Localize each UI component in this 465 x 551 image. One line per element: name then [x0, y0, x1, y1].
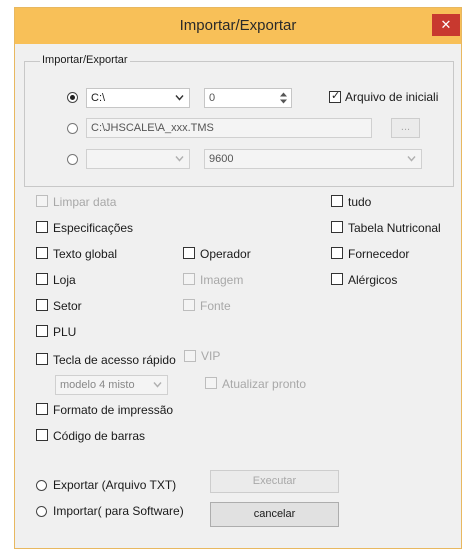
tecla-acesso-label: Tecla de acesso rápido: [53, 353, 176, 367]
group-label: Importar/Exportar: [40, 54, 130, 66]
spinner-arrows-icon[interactable]: [279, 91, 288, 105]
modelo-value: modelo 4 misto: [60, 379, 135, 391]
texto-global-checkbox[interactable]: [36, 247, 48, 259]
fonte-label: Fonte: [200, 299, 231, 313]
modelo-combo[interactable]: modelo 4 misto: [55, 375, 168, 395]
alergicos-checkbox[interactable]: [331, 273, 343, 285]
tabela-nutricional-label: Tabela Nutriconal: [348, 221, 441, 235]
setor-checkbox[interactable]: [36, 299, 48, 311]
loja-label: Loja: [53, 273, 76, 287]
chevron-down-icon: [175, 95, 184, 101]
radio-exportar[interactable]: [36, 480, 47, 491]
file-path-value: C:\JHSCALE\A_xxx.TMS: [91, 122, 214, 134]
baud-rate-combo[interactable]: 9600: [204, 149, 422, 169]
chevron-down-icon: [407, 156, 416, 162]
port-value: C:\: [91, 92, 106, 104]
close-icon[interactable]: ✕: [432, 14, 460, 36]
setor-label: Setor: [53, 299, 82, 313]
texto-global-label: Texto global: [53, 247, 118, 261]
window-title: Importar/Exportar: [179, 17, 297, 34]
baud-rate-value: 9600: [209, 153, 234, 165]
serial-port-combo[interactable]: [86, 149, 190, 169]
especificacoes-label: Especificações: [53, 221, 134, 235]
limpar-data-checkbox[interactable]: [36, 195, 48, 207]
exportar-label: Exportar (Arquivo TXT): [53, 478, 177, 492]
especificacoes-checkbox[interactable]: [36, 221, 48, 233]
number-value: 0: [209, 92, 216, 104]
fornecedor-label: Fornecedor: [348, 247, 410, 261]
importar-label: Importar( para Software): [53, 504, 184, 518]
radio-importar[interactable]: [36, 506, 47, 517]
codigo-barras-label: Código de barras: [53, 429, 146, 443]
formato-impressao-label: Formato de impressão: [53, 403, 174, 417]
codigo-barras-checkbox[interactable]: [36, 429, 48, 441]
plu-checkbox[interactable]: [36, 325, 48, 337]
formato-impressao-checkbox[interactable]: [36, 403, 48, 415]
operador-label: Operador: [200, 247, 251, 261]
limpar-data-label: Limpar data: [53, 195, 117, 209]
vip-label: VIP: [201, 349, 221, 363]
imagem-checkbox[interactable]: [183, 273, 195, 285]
port-combo[interactable]: C:\: [86, 88, 190, 108]
init-file-label: Arquivo de iniciali: [345, 90, 439, 104]
chevron-down-icon: [153, 382, 162, 388]
title-bar: Importar/Exportar ✕: [15, 8, 461, 44]
plu-label: PLU: [53, 325, 77, 339]
executar-button[interactable]: Executar: [210, 470, 339, 493]
tudo-checkbox[interactable]: [331, 195, 343, 207]
fornecedor-checkbox[interactable]: [331, 247, 343, 259]
operador-checkbox[interactable]: [183, 247, 195, 259]
loja-checkbox[interactable]: [36, 273, 48, 285]
alergicos-label: Alérgicos: [348, 273, 398, 287]
init-file-checkbox[interactable]: ✓: [329, 90, 341, 103]
file-path-field[interactable]: C:\JHSCALE\A_xxx.TMS: [86, 118, 372, 138]
vip-checkbox[interactable]: [184, 350, 196, 362]
radio-local-path[interactable]: [67, 92, 78, 103]
atualizar-pronto-checkbox[interactable]: [205, 377, 217, 389]
cancelar-button[interactable]: cancelar: [210, 502, 339, 527]
atualizar-pronto-label: Atualizar pronto: [222, 377, 307, 391]
radio-serial[interactable]: [67, 154, 78, 165]
imagem-label: Imagem: [200, 273, 244, 287]
tudo-label: tudo: [348, 195, 372, 209]
checkmark-icon: ✓: [331, 90, 341, 102]
chevron-down-icon: [175, 156, 184, 162]
browse-button[interactable]: ...: [391, 118, 420, 138]
fonte-checkbox[interactable]: [183, 299, 195, 311]
radio-file-path[interactable]: [67, 123, 78, 134]
number-spinner[interactable]: 0: [204, 88, 292, 108]
tabela-nutricional-checkbox[interactable]: [331, 221, 343, 233]
tecla-acesso-checkbox[interactable]: [36, 353, 48, 365]
